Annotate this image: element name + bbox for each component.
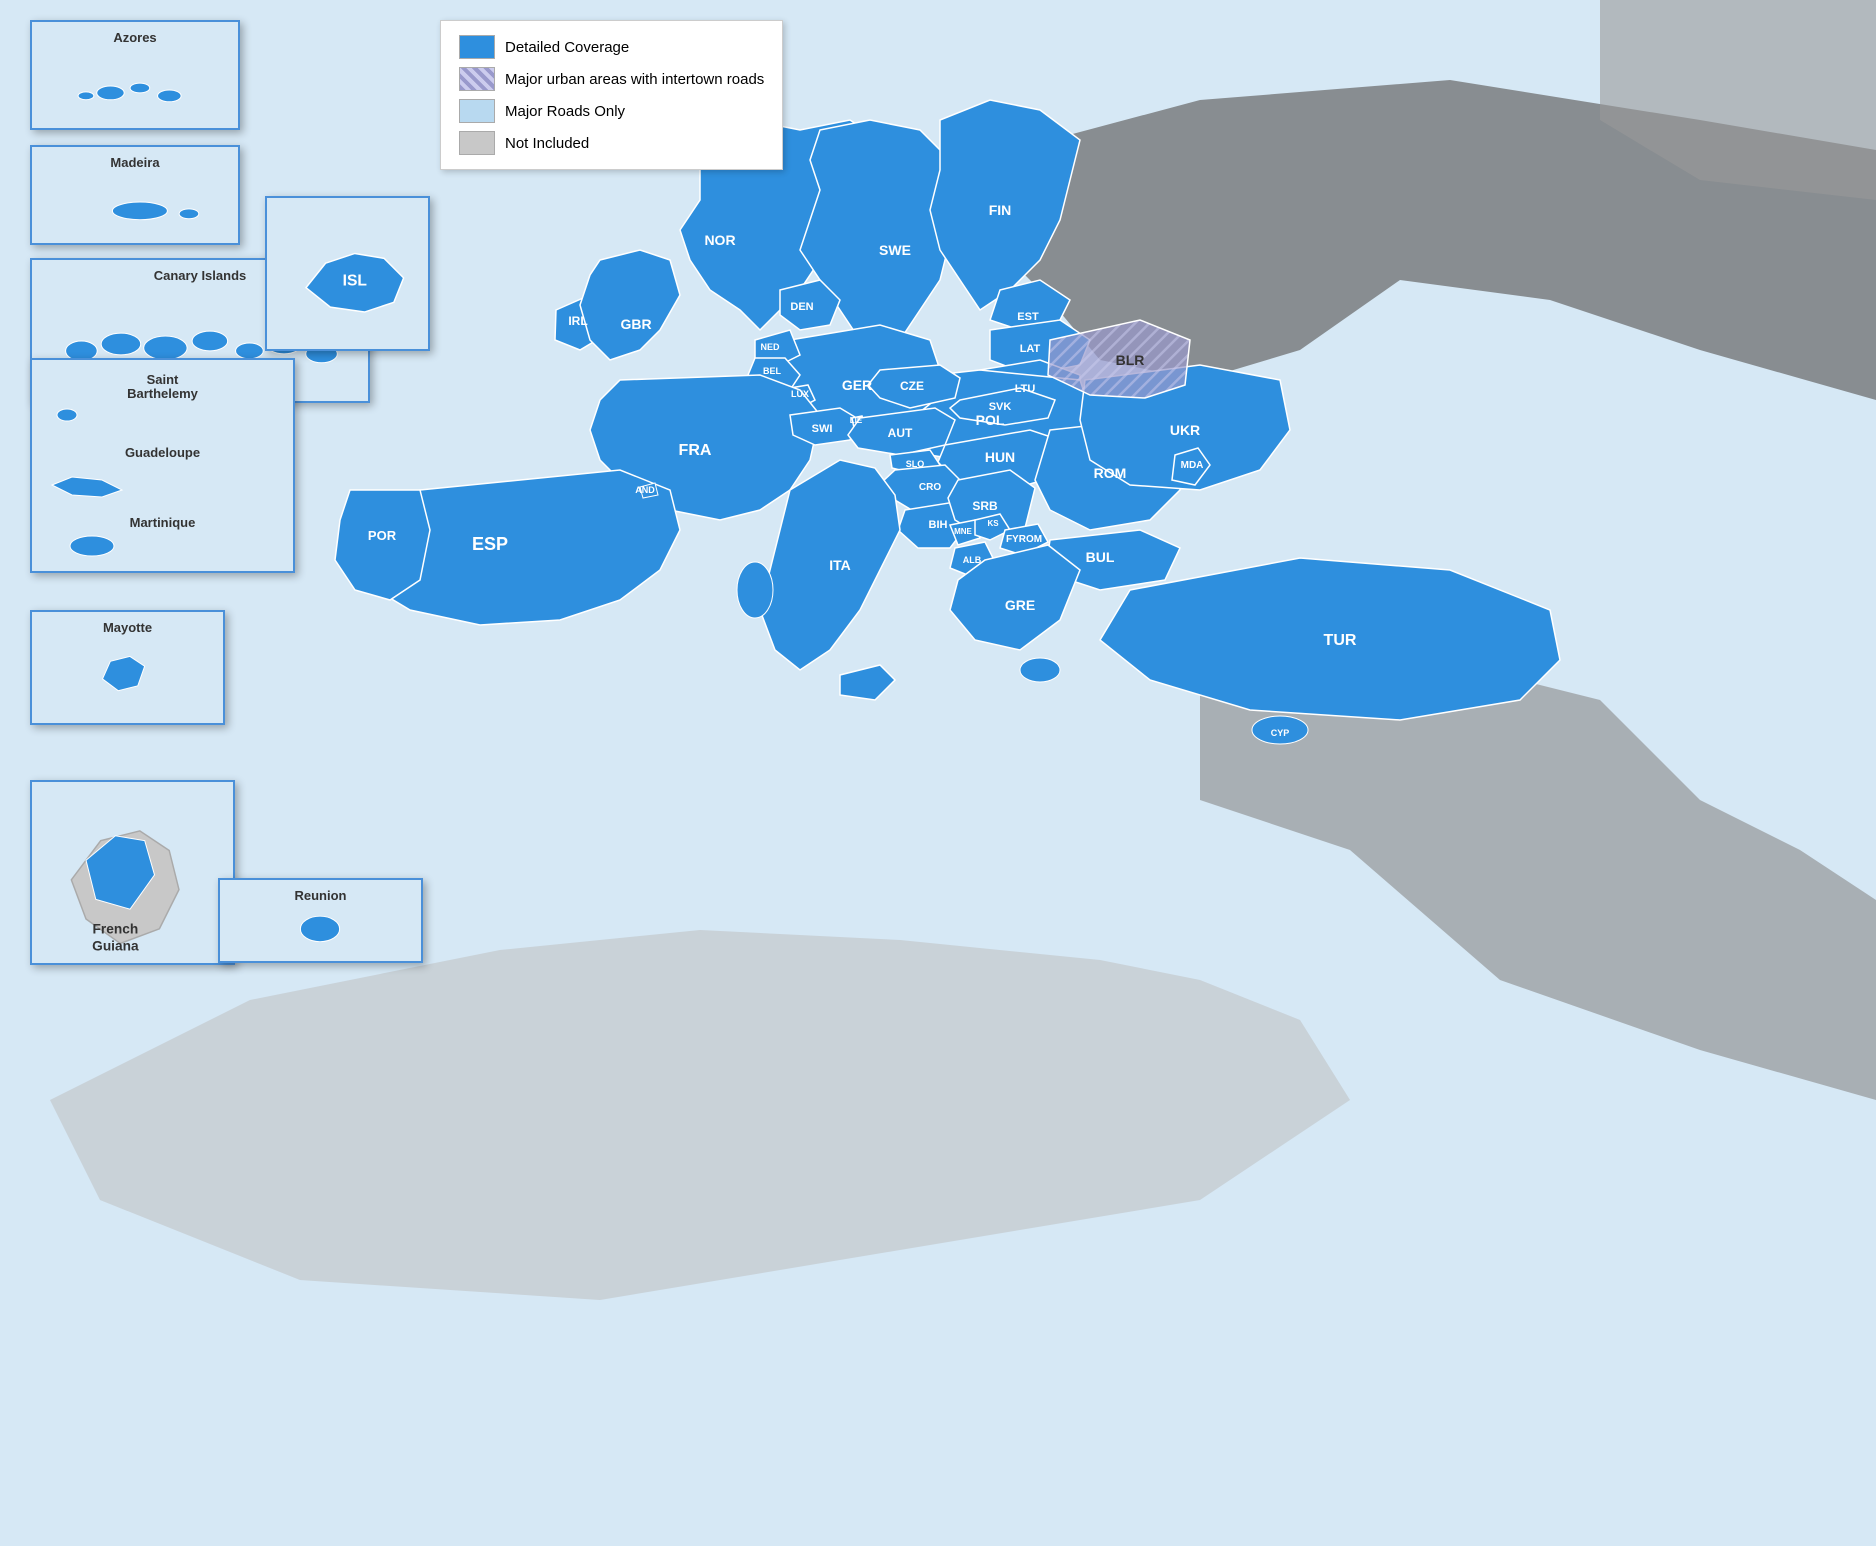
legend-item-detailed: Detailed Coverage: [459, 35, 764, 59]
aut-label: AUT: [888, 426, 913, 440]
inset-saint-barthelemy-label: Saint: [32, 372, 293, 387]
inset-french-guiana: French Guiana: [30, 780, 235, 965]
ned-label: NED: [760, 342, 780, 352]
legend-label-major: Major Roads Only: [505, 103, 625, 120]
cyp-label: CYP: [1271, 728, 1290, 738]
map-legend: Detailed Coverage Major urban areas with…: [440, 20, 783, 170]
ks-label: KS: [987, 519, 999, 528]
swe-label: SWE: [879, 242, 911, 258]
lie-label: LIE: [850, 416, 863, 425]
inset-madeira: Madeira: [30, 145, 240, 245]
gre-label: GRE: [1005, 597, 1035, 613]
mne-label: MNE: [954, 527, 972, 536]
inset-azores-label: Azores: [32, 30, 238, 45]
srb-label: SRB: [972, 499, 998, 513]
irl-label: IRL: [568, 314, 587, 328]
ukr-label: UKR: [1170, 422, 1200, 438]
svg-text:French: French: [93, 922, 139, 937]
inset-caribbean: Saint Barthelemy Guadeloupe Martinique: [30, 358, 295, 573]
ltu-label: LTU: [1015, 383, 1036, 395]
inset-reunion: Reunion: [218, 878, 423, 963]
inset-guadeloupe-label: Guadeloupe: [32, 445, 293, 460]
fin-label: FIN: [989, 202, 1012, 218]
legend-label-not-included: Not Included: [505, 135, 589, 152]
est-label: EST: [1017, 311, 1039, 323]
inset-madeira-label: Madeira: [32, 155, 238, 170]
cze-label: CZE: [900, 379, 924, 393]
lux-label: LUX: [791, 389, 809, 399]
svg-text:ISL: ISL: [343, 273, 368, 290]
legend-label-urban: Major urban areas with intertown roads: [505, 71, 764, 88]
rom-label: ROM: [1094, 465, 1127, 481]
svk-label: SVK: [989, 401, 1012, 413]
lat-label: LAT: [1020, 343, 1041, 355]
fyrom-label: FYROM: [1006, 534, 1042, 545]
pol-label: POL: [976, 412, 1005, 428]
legend-swatch-major: [459, 99, 495, 123]
gbr-label: GBR: [620, 316, 651, 332]
den-label: DEN: [790, 301, 813, 313]
bih-label: BIH: [929, 519, 948, 531]
legend-label-detailed: Detailed Coverage: [505, 39, 629, 56]
cro-label: CRO: [919, 482, 941, 493]
alb-label: ALB: [963, 555, 982, 565]
inset-mayotte: Mayotte: [30, 610, 225, 725]
slo-label: SLO: [906, 459, 925, 469]
inset-iceland: ISL: [265, 196, 430, 351]
legend-swatch-detailed: [459, 35, 495, 59]
svg-text:Guiana: Guiana: [92, 938, 139, 953]
por-label: POR: [368, 528, 397, 543]
ita-label: ITA: [829, 557, 851, 573]
ger-label: GER: [842, 377, 872, 393]
legend-swatch-urban: [459, 67, 495, 91]
and-label: AND: [635, 485, 655, 495]
mda-label: MDA: [1181, 460, 1204, 471]
legend-swatch-not-included: [459, 131, 495, 155]
hun-label: HUN: [985, 449, 1015, 465]
fra-label: FRA: [679, 442, 712, 459]
legend-item-urban: Major urban areas with intertown roads: [459, 67, 764, 91]
bul-label: BUL: [1086, 549, 1115, 565]
inset-saint-barthelemy-label2: Barthelemy: [32, 386, 293, 401]
swi-label: SWI: [812, 423, 833, 435]
inset-martinique-label: Martinique: [32, 515, 293, 530]
inset-mayotte-label: Mayotte: [32, 620, 223, 635]
bel-label: BEL: [763, 366, 782, 376]
legend-item-major: Major Roads Only: [459, 99, 764, 123]
inset-azores: Azores: [30, 20, 240, 130]
legend-item-not-included: Not Included: [459, 131, 764, 155]
blr-label: BLR: [1116, 352, 1145, 368]
esp-label: ESP: [472, 534, 508, 554]
nor-label: NOR: [704, 232, 735, 248]
tur-label: TUR: [1324, 632, 1357, 649]
